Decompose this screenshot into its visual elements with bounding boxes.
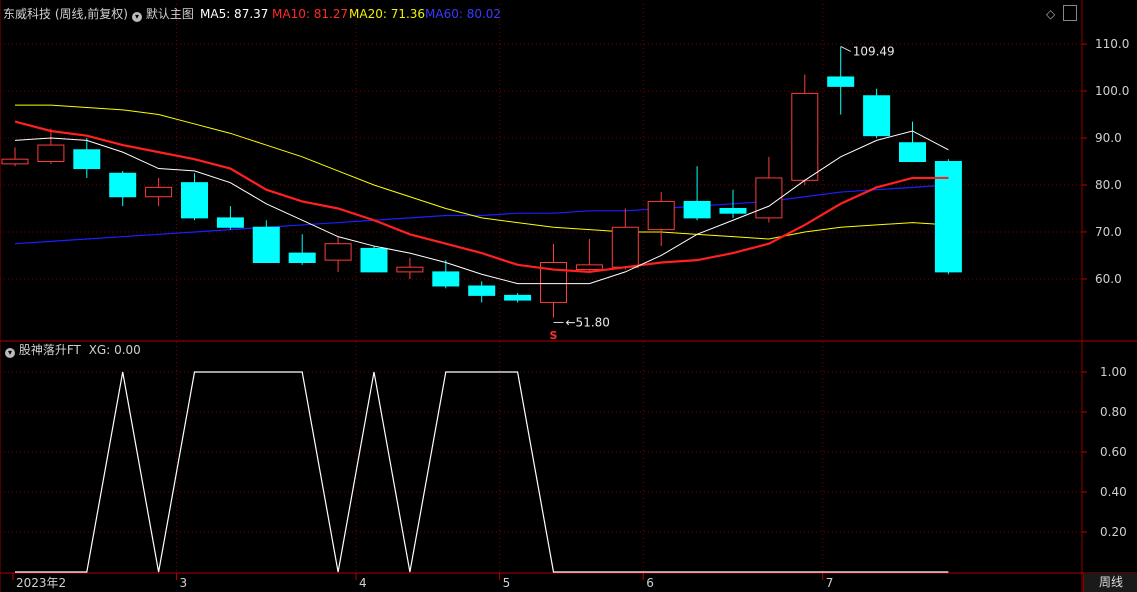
candle-body[interactable] (360, 247, 388, 273)
indicator-y-tick-label: 1.00 (1100, 365, 1127, 379)
candle-body[interactable] (863, 95, 891, 137)
indicator-header[interactable]: ▾ 股神落升FT XG: 0.00 (5, 342, 141, 358)
candle-body[interactable] (37, 144, 65, 163)
candle-body[interactable] (719, 207, 747, 214)
candle-body[interactable] (73, 149, 101, 170)
high-marker-arrow (840, 46, 851, 52)
x-tick-label: 2023年2 (16, 576, 66, 590)
main-y-tick-label: 100.0 (1095, 84, 1129, 98)
candle-body[interactable] (683, 200, 711, 219)
low-price-label: ←51.80 (566, 315, 610, 329)
main-y-tick-label: 60.0 (1095, 272, 1122, 286)
main-y-tick-label: 110.0 (1095, 37, 1129, 51)
indicator-value: XG: 0.00 (88, 343, 141, 357)
indicator-y-tick-label: 0.80 (1100, 405, 1127, 419)
x-tick-label: 4 (359, 576, 367, 590)
indicator-name[interactable]: 股神落升FT (19, 343, 81, 357)
chevron-down-icon[interactable]: ▾ (132, 12, 142, 22)
ma60-readout: MA60: 80.02 (425, 7, 502, 21)
xg-indicator-line (15, 371, 949, 573)
candle-body[interactable] (791, 92, 819, 181)
main-y-tick-label: 90.0 (1095, 131, 1122, 145)
candle-body[interactable] (181, 182, 208, 219)
candle-body[interactable] (647, 200, 675, 231)
period-button[interactable]: 周线 (1083, 573, 1137, 592)
panel-menu-icon[interactable] (1063, 5, 1077, 21)
x-tick-label: 6 (646, 576, 654, 590)
chart-canvas[interactable]: 110.0 100.0 90.0 80.0 70.0 60.0 1.00 0.80 0.60 0.… (0, 0, 1137, 592)
ma5-readout: MA5: 87.37 (200, 7, 269, 21)
stock-title: 东威科技 (周线,前复权) (3, 7, 128, 21)
candle-body[interactable] (899, 142, 926, 163)
main-y-tick-label: 80.0 (1095, 178, 1122, 192)
candle-body[interactable] (288, 252, 316, 264)
signal-marker: S (550, 329, 558, 342)
candle-body[interactable] (396, 266, 424, 273)
candle-body[interactable] (109, 172, 137, 198)
x-tick-label: 7 (826, 576, 834, 590)
candle-body[interactable] (611, 226, 639, 268)
candle-body[interactable] (324, 243, 352, 261)
candle-body[interactable] (755, 177, 783, 219)
indicator-y-tick-label: 0.40 (1100, 485, 1127, 499)
candle-body[interactable] (504, 294, 532, 301)
ma20-readout: MA20: 71.36 (349, 7, 426, 21)
candle-body[interactable] (1, 158, 29, 165)
candle-body[interactable] (216, 217, 244, 228)
diamond-icon[interactable]: ◇ (1046, 6, 1055, 22)
main-chart-selector[interactable]: ▾ 默认主图 (132, 6, 194, 22)
candle-body[interactable] (827, 76, 855, 87)
candle-body[interactable] (432, 271, 460, 287)
candle-body[interactable] (575, 264, 603, 271)
candle-body[interactable] (468, 285, 496, 296)
candle-body[interactable] (252, 226, 280, 263)
chevron-down-icon[interactable]: ▾ (5, 348, 15, 358)
high-price-label: 109.49 (853, 44, 895, 58)
ma10-readout: MA10: 81.27 (272, 7, 349, 21)
main-chart-label[interactable]: 默认主图 (146, 7, 194, 21)
x-tick-label: 3 (180, 576, 188, 590)
indicator-y-tick-label: 0.60 (1100, 445, 1127, 459)
indicator-y-tick-label: 0.20 (1100, 525, 1127, 539)
main-y-tick-label: 70.0 (1095, 225, 1122, 239)
x-tick-label: 5 (503, 576, 511, 590)
candle-body[interactable] (145, 186, 173, 198)
